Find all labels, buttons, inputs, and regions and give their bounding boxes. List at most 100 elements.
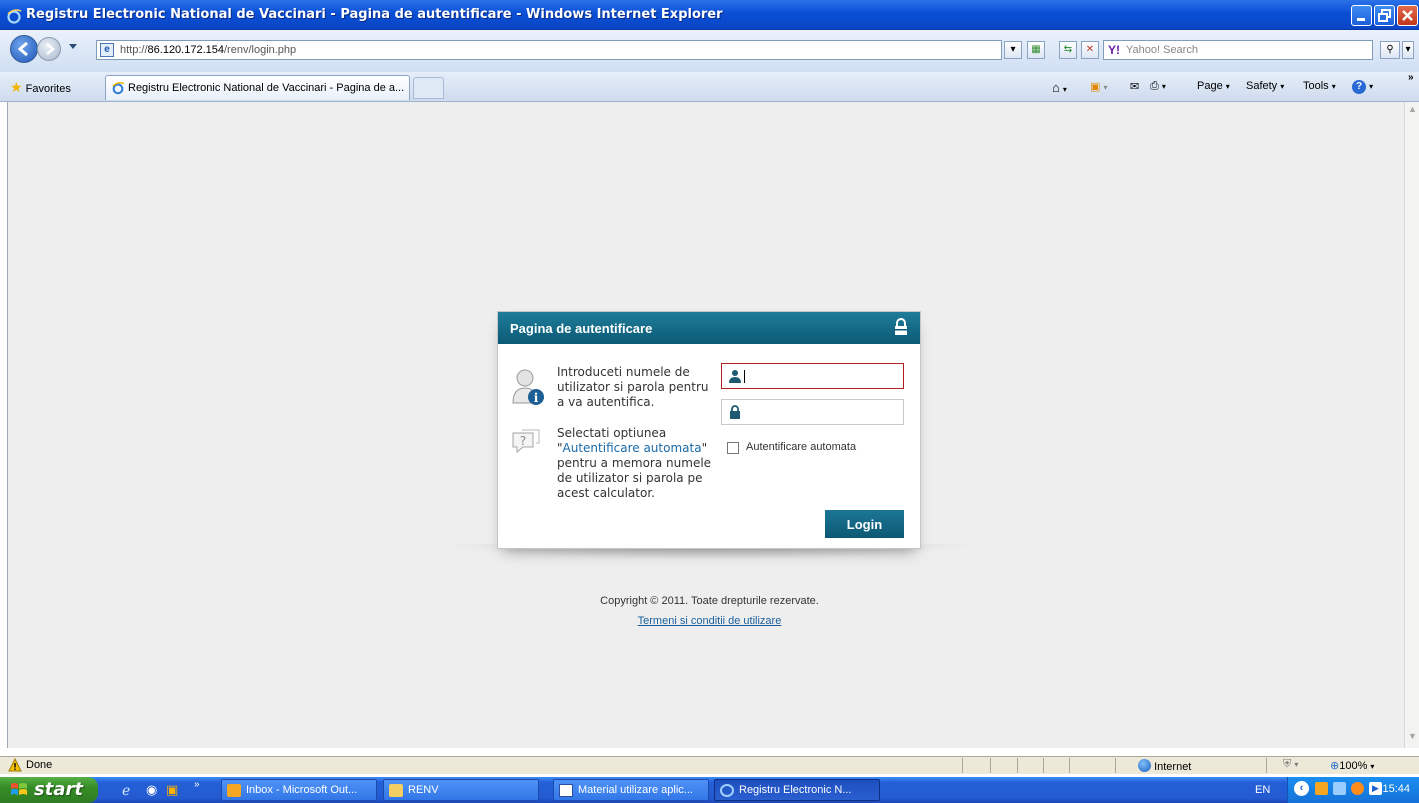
restore-button[interactable]: [1374, 5, 1395, 26]
quicklaunch-browser-icon[interactable]: ◉: [146, 782, 157, 798]
password-field[interactable]: [721, 399, 904, 425]
page-menu[interactable]: Page ▾: [1197, 80, 1230, 92]
taskbar-button-label: Inbox - Microsoft Out...: [246, 784, 358, 796]
chevron-down-icon: ▾: [1062, 85, 1067, 94]
chevron-down-icon: ▾: [1010, 44, 1016, 55]
stop-button[interactable]: ✕: [1081, 41, 1099, 59]
quicklaunch-overflow-icon[interactable]: »: [194, 779, 200, 790]
tray-expand-icon[interactable]: ‹: [1294, 781, 1309, 796]
auto-login-checkbox[interactable]: [727, 442, 739, 454]
outlook-icon: [227, 784, 241, 797]
login-instructions: Introduceti numele de utilizator si paro…: [557, 365, 709, 409]
favorites-label: Favorites: [25, 83, 71, 95]
tray-outlook-icon[interactable]: [1315, 782, 1328, 795]
scroll-down-icon[interactable]: ▼: [1406, 731, 1419, 746]
mail-icon: ✉: [1130, 81, 1140, 93]
home-button[interactable]: ⌂ ▾: [1052, 80, 1067, 95]
help-button[interactable]: ? ▾: [1352, 80, 1373, 94]
forward-button[interactable]: [37, 37, 61, 61]
compatibility-view-button[interactable]: ▦: [1027, 41, 1045, 59]
minimize-button[interactable]: [1351, 5, 1372, 26]
taskbar-button-word-document[interactable]: Material utilizare aplic...: [553, 779, 709, 801]
chevron-down-icon: ▾: [1225, 82, 1230, 91]
page-menu-label: Page: [1197, 80, 1223, 92]
ie-icon: [720, 784, 734, 797]
restore-icon: [1378, 9, 1391, 22]
feeds-button[interactable]: ▣ ▾: [1090, 80, 1107, 93]
terms-link[interactable]: Termeni si conditii de utilizare: [638, 615, 782, 627]
tools-menu[interactable]: Tools ▾: [1303, 80, 1336, 92]
tray-app-icon[interactable]: [1351, 782, 1364, 795]
login-button[interactable]: Login: [825, 510, 904, 538]
login-panel: Pagina de autentificare i Introduceti nu…: [497, 311, 921, 549]
word-document-icon: [559, 784, 573, 797]
safety-menu-label: Safety: [1246, 80, 1278, 92]
quicklaunch-ie-icon[interactable]: ℯ: [122, 782, 130, 799]
scroll-up-icon[interactable]: ▲: [1406, 104, 1419, 119]
help-icon: ?: [1352, 80, 1366, 94]
auto-login-checkbox-label: Autentificare automata: [746, 441, 857, 453]
auto-login-instructions: Selectati optiunea "Autentificare automa…: [557, 426, 717, 501]
start-button[interactable]: start: [0, 777, 98, 803]
taskbar-button-renv-folder[interactable]: RENV: [383, 779, 539, 801]
toolbar-overflow-button[interactable]: »: [1408, 72, 1414, 83]
taskbar-button-outlook[interactable]: Inbox - Microsoft Out...: [221, 779, 377, 801]
new-tab-button[interactable]: [413, 77, 444, 99]
login-panel-title: Pagina de autentificare: [510, 321, 653, 336]
address-toolbar: e http://86.120.172.154/renv/login.php ▾…: [0, 30, 1419, 72]
close-button[interactable]: [1397, 5, 1418, 26]
chevron-down-icon: ▾: [1405, 44, 1411, 55]
warning-icon: [8, 758, 22, 772]
copyright-text: Copyright © 2011. Toate drepturile rezer…: [600, 595, 819, 607]
zoom-icon: ⊕: [1330, 760, 1340, 772]
zoom-button[interactable]: ⊕100% ▾: [1330, 759, 1374, 772]
system-tray: ‹ ▶ 15:44: [1287, 777, 1419, 803]
zoom-level: 100%: [1339, 760, 1368, 772]
login-panel-header: Pagina de autentificare: [498, 312, 920, 344]
read-mail-button[interactable]: ✉: [1130, 80, 1139, 93]
security-zone-label: Internet: [1154, 761, 1192, 773]
chevron-down-icon: ▾: [1331, 82, 1336, 91]
auto-login-link[interactable]: Autentificare automata: [563, 441, 702, 455]
password-lock-icon: [730, 405, 740, 419]
windows-taskbar: start ℯ ◉ ▣ » Inbox - Microsoft Out... R…: [0, 777, 1419, 803]
text-cursor: [744, 370, 745, 383]
compatibility-icon: ▦: [1031, 44, 1041, 55]
yahoo-icon: Y!: [1108, 43, 1120, 57]
address-bar[interactable]: e http://86.120.172.154/renv/login.php: [96, 40, 1002, 60]
back-button[interactable]: [10, 35, 38, 63]
security-zone[interactable]: Internet: [1138, 759, 1191, 773]
address-dropdown-button[interactable]: ▾: [1004, 41, 1022, 59]
rss-icon: ▣: [1090, 81, 1101, 93]
status-separator: [990, 758, 991, 773]
protected-mode-button[interactable]: ⛨ ▾: [1283, 758, 1298, 771]
status-separator: [962, 758, 963, 773]
username-field[interactable]: [721, 363, 904, 389]
tray-media-icon[interactable]: ▶: [1369, 782, 1382, 795]
safety-menu[interactable]: Safety ▾: [1246, 80, 1284, 92]
status-separator: [1017, 758, 1018, 773]
favorites-button[interactable]: ★ Favorites: [10, 79, 71, 96]
active-tab[interactable]: Registru Electronic National de Vaccinar…: [105, 75, 410, 100]
start-label: start: [34, 779, 83, 800]
clock[interactable]: 15:44: [1382, 783, 1410, 795]
search-placeholder: Yahoo! Search: [1126, 44, 1198, 56]
print-icon: ⎙: [1150, 80, 1159, 92]
search-input[interactable]: Y! Yahoo! Search: [1103, 40, 1373, 60]
search-options-button[interactable]: ▾: [1402, 41, 1414, 59]
vertical-scrollbar[interactable]: ▲ ▼: [1404, 102, 1419, 748]
refresh-button[interactable]: ⇆: [1059, 41, 1077, 59]
tray-network-icon[interactable]: [1333, 782, 1346, 795]
print-button[interactable]: ⎙ ▾: [1150, 80, 1166, 93]
chevron-down-icon: ▾: [1280, 82, 1285, 91]
search-button[interactable]: ⚲: [1380, 41, 1400, 59]
recent-pages-dropdown[interactable]: [69, 44, 77, 49]
window-title: Registru Electronic National de Vaccinar…: [26, 7, 723, 22]
stop-icon: ✕: [1085, 44, 1095, 55]
quicklaunch-outlook-icon[interactable]: ▣: [166, 782, 178, 798]
minimize-icon: [1357, 18, 1365, 21]
taskbar-button-internet-explorer[interactable]: Registru Electronic N...: [714, 779, 880, 801]
url-text: http://86.120.172.154/renv/login.php: [120, 44, 297, 56]
taskbar-button-label: Material utilizare aplic...: [578, 784, 693, 796]
language-indicator[interactable]: EN: [1255, 784, 1270, 796]
